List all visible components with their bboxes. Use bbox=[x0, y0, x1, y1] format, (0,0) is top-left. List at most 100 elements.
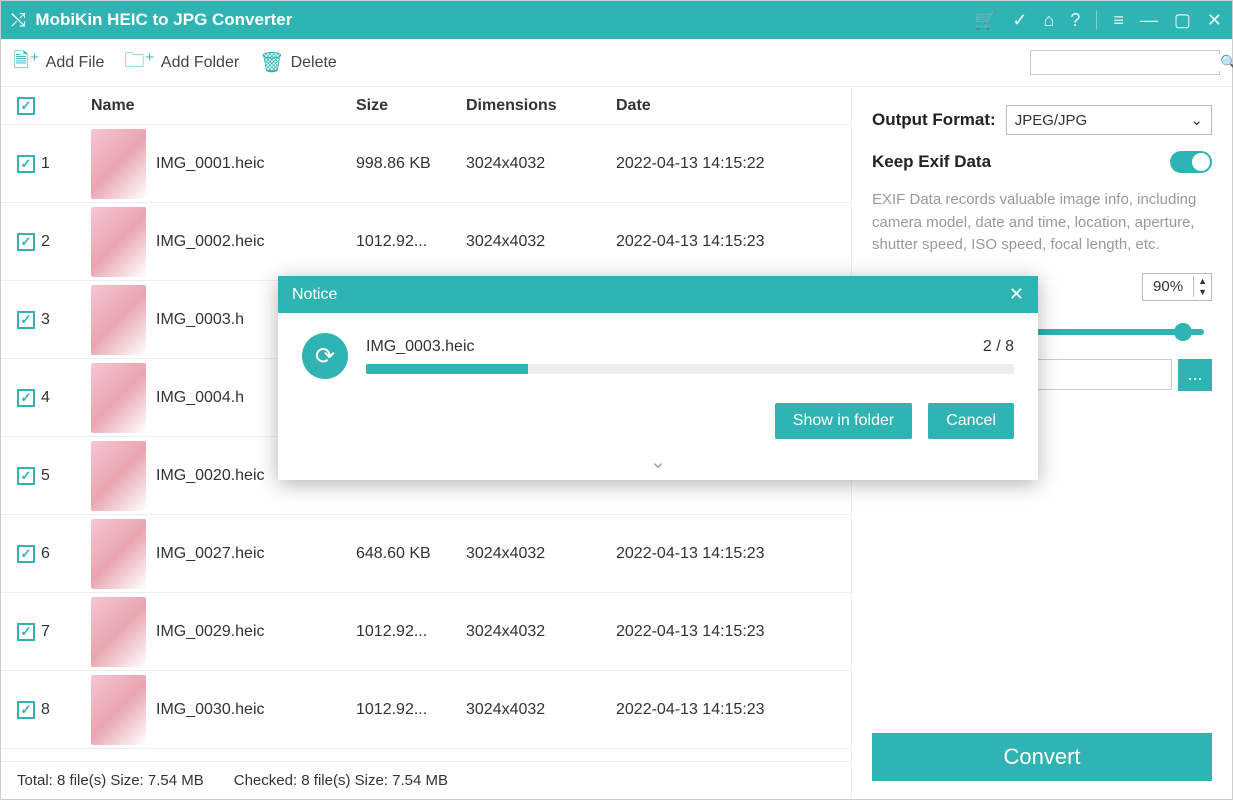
add-folder-button[interactable]: 🗀⁺ Add Folder bbox=[124, 46, 239, 80]
table-row[interactable]: ✓ 1 IMG_0001.heic998.86 KB3024x40322022-04… bbox=[1, 125, 851, 203]
browse-button[interactable]: ... bbox=[1178, 359, 1212, 391]
col-size: Size bbox=[356, 97, 466, 115]
select-all-checkbox[interactable]: ✓ bbox=[17, 97, 35, 115]
table-row[interactable]: ✓ 7 IMG_0029.heic1012.92...3024x40322022-0… bbox=[1, 593, 851, 671]
table-header: ✓ Name Size Dimensions Date bbox=[1, 87, 851, 125]
row-dimensions: 3024x4032 bbox=[466, 155, 616, 173]
row-checkbox[interactable]: ✓ bbox=[17, 623, 35, 641]
row-dimensions: 3024x4032 bbox=[466, 545, 616, 563]
row-index: 3 bbox=[41, 311, 91, 329]
stepper-up-icon[interactable]: ▲ bbox=[1194, 276, 1211, 287]
trash-icon: 🗑 bbox=[259, 50, 284, 75]
keep-exif-toggle[interactable] bbox=[1170, 151, 1212, 173]
key-icon[interactable]: ✓ bbox=[1012, 10, 1027, 31]
dialog-close-icon[interactable]: ✕ bbox=[1009, 284, 1024, 305]
add-folder-icon: 🗀⁺ bbox=[124, 46, 155, 80]
thumbnail bbox=[91, 129, 146, 199]
row-size: 998.86 KB bbox=[356, 155, 466, 173]
spinner-icon: ⟳ bbox=[302, 333, 348, 379]
quality-stepper[interactable]: 90% ▲ ▼ bbox=[1142, 273, 1212, 301]
row-date: 2022-04-13 14:15:23 bbox=[616, 701, 841, 719]
row-size: 1012.92... bbox=[356, 701, 466, 719]
progress-counter: 2 / 8 bbox=[983, 338, 1014, 356]
table-row[interactable]: ✓2IMG_0002.heic1012.92...3024x40322022-0… bbox=[1, 203, 851, 281]
status-bar: Total: 8 file(s) Size: 7.54 MB Checked: … bbox=[1, 761, 851, 799]
slider-thumb[interactable] bbox=[1174, 323, 1192, 341]
row-index: 4 bbox=[41, 389, 91, 407]
row-filename: IMG_0001.heic bbox=[156, 155, 356, 173]
home-icon[interactable]: ⌂ bbox=[1043, 10, 1054, 31]
row-date: 2022-04-13 14:15:22 bbox=[616, 155, 841, 173]
row-index: 2 bbox=[41, 233, 91, 251]
row-index: 6 bbox=[41, 545, 91, 563]
thumbnail bbox=[91, 675, 146, 745]
search-input[interactable] bbox=[1039, 55, 1220, 71]
col-name: Name bbox=[91, 97, 356, 115]
row-checkbox[interactable]: ✓ bbox=[17, 389, 35, 407]
close-icon[interactable]: ✕ bbox=[1207, 10, 1222, 31]
thumbnail bbox=[91, 363, 146, 433]
status-total: Total: 8 file(s) Size: 7.54 MB bbox=[17, 772, 204, 789]
row-checkbox[interactable]: ✓ bbox=[17, 311, 35, 329]
row-checkbox[interactable]: ✓ bbox=[17, 545, 35, 563]
col-dimensions: Dimensions bbox=[466, 97, 616, 115]
stepper-down-icon[interactable]: ▼ bbox=[1194, 287, 1211, 298]
row-date: 2022-04-13 14:15:23 bbox=[616, 233, 841, 251]
dialog-title: Notice bbox=[292, 286, 337, 304]
row-index: 8 bbox=[41, 701, 91, 719]
row-filename: IMG_0029.heic bbox=[156, 623, 356, 641]
cart-icon[interactable]: 🛒 bbox=[974, 10, 996, 31]
row-filename: IMG_0030.heic bbox=[156, 701, 356, 719]
thumbnail bbox=[91, 285, 146, 355]
toolbar: 🗎⁺ Add File 🗀⁺ Add Folder 🗑 Delete 🔍 bbox=[1, 39, 1232, 87]
row-dimensions: 3024x4032 bbox=[466, 701, 616, 719]
thumbnail bbox=[91, 441, 146, 511]
table-row[interactable]: ✓ 8 IMG_0030.heic1012.92...3024x40322022-0… bbox=[1, 671, 851, 749]
maximize-icon[interactable]: ▢ bbox=[1174, 10, 1191, 31]
search-icon: 🔍 bbox=[1220, 54, 1233, 71]
row-index: 1 bbox=[41, 155, 91, 173]
add-file-button[interactable]: 🗎⁺ Add File bbox=[13, 46, 104, 80]
show-in-folder-button[interactable]: Show in folder bbox=[775, 403, 912, 439]
row-date: 2022-04-13 14:15:23 bbox=[616, 545, 841, 563]
row-checkbox[interactable]: ✓ bbox=[17, 701, 35, 719]
titlebar: ⤭ MobiKin HEIC to JPG Converter 🛒 ✓ ⌂ ? … bbox=[1, 1, 1232, 39]
quality-value: 90% bbox=[1143, 278, 1193, 295]
table-row[interactable]: ✓6IMG_0027.heic648.60 KB3024x40322022-04… bbox=[1, 515, 851, 593]
thumbnail bbox=[91, 519, 146, 589]
separator bbox=[1096, 11, 1097, 29]
convert-button[interactable]: Convert bbox=[872, 733, 1212, 781]
thumbnail bbox=[91, 597, 146, 667]
progress-dialog: Notice ✕ ⟳ IMG_0003.heic 2 / 8 Show in f… bbox=[278, 276, 1038, 480]
status-checked: Checked: 8 file(s) Size: 7.54 MB bbox=[234, 772, 448, 789]
row-dimensions: 3024x4032 bbox=[466, 623, 616, 641]
row-size: 1012.92... bbox=[356, 623, 466, 641]
row-checkbox[interactable]: ✓ bbox=[17, 155, 35, 173]
col-date: Date bbox=[616, 97, 841, 115]
row-size: 1012.92... bbox=[356, 233, 466, 251]
app-title: MobiKin HEIC to JPG Converter bbox=[35, 10, 974, 30]
progress-filename: IMG_0003.heic bbox=[366, 338, 475, 356]
minimize-icon[interactable]: — bbox=[1140, 10, 1158, 31]
app-logo-icon: ⤭ bbox=[11, 10, 25, 31]
delete-button[interactable]: 🗑 Delete bbox=[259, 50, 337, 75]
row-checkbox[interactable]: ✓ bbox=[17, 467, 35, 485]
expand-chevron-icon[interactable]: ⌄ bbox=[278, 449, 1038, 480]
row-index: 5 bbox=[41, 467, 91, 485]
row-index: 7 bbox=[41, 623, 91, 641]
add-file-icon: 🗎⁺ bbox=[13, 46, 40, 80]
output-format-label: Output Format: bbox=[872, 110, 996, 130]
help-icon[interactable]: ? bbox=[1070, 10, 1080, 31]
menu-icon[interactable]: ≡ bbox=[1113, 10, 1124, 31]
progress-fill bbox=[366, 364, 528, 374]
cancel-button[interactable]: Cancel bbox=[928, 403, 1014, 439]
row-dimensions: 3024x4032 bbox=[466, 233, 616, 251]
progress-bar bbox=[366, 364, 1014, 374]
search-input-wrap[interactable]: 🔍 bbox=[1030, 50, 1220, 75]
keep-exif-label: Keep Exif Data bbox=[872, 152, 991, 172]
output-format-select[interactable]: JPEG/JPG ⌄ bbox=[1006, 105, 1212, 135]
row-date: 2022-04-13 14:15:23 bbox=[616, 623, 841, 641]
chevron-down-icon: ⌄ bbox=[1190, 111, 1203, 129]
thumbnail bbox=[91, 207, 146, 277]
row-checkbox[interactable]: ✓ bbox=[17, 233, 35, 251]
